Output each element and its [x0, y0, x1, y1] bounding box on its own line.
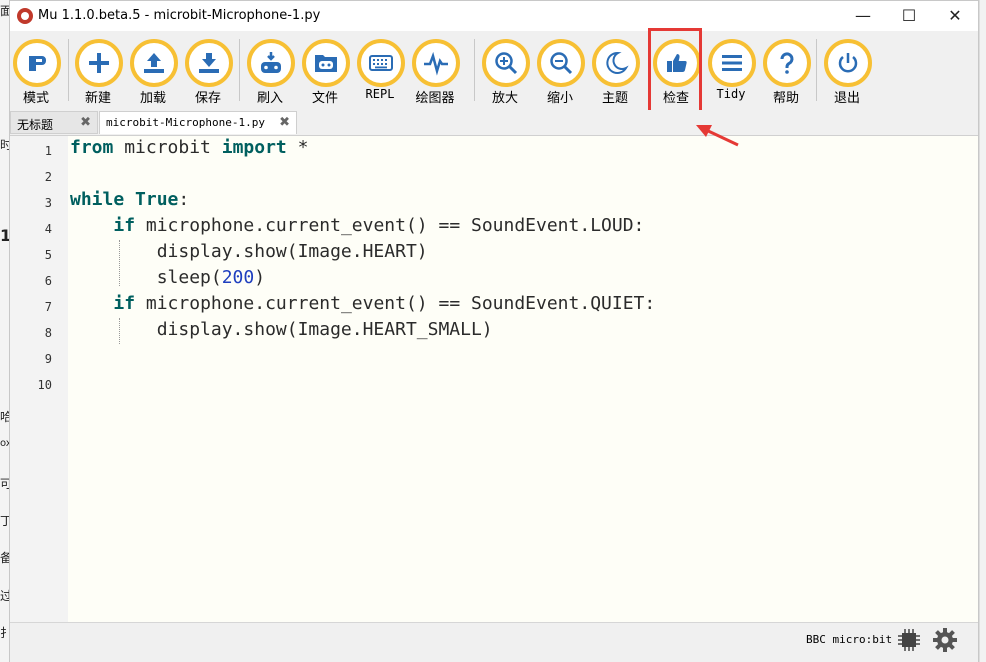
plotter-icon	[424, 51, 448, 76]
plus-icon	[89, 53, 109, 73]
toolbar-separator	[816, 39, 817, 101]
background-window-edge: 面 时 1 哈 ox 可 丁 备 过 扌	[0, 0, 12, 662]
load-button[interactable]: 加载	[127, 39, 179, 106]
theme-button[interactable]: 主题	[589, 39, 641, 106]
files-icon	[315, 55, 337, 72]
help-button[interactable]: 帮助	[760, 39, 812, 106]
tidy-label: Tidy	[716, 87, 746, 101]
new-label: 新建	[84, 91, 111, 106]
upload-icon	[144, 53, 164, 73]
gear-icon[interactable]	[932, 627, 958, 653]
quit-label: 退出	[833, 91, 860, 106]
toolbar-separator	[239, 39, 240, 101]
code-line: if microphone.current_event() == SoundEv…	[113, 215, 645, 236]
mu-app-icon	[17, 8, 33, 24]
line-number: 9	[44, 352, 52, 366]
annotation-arrow	[696, 125, 739, 147]
zoom-out-label: 缩小	[546, 91, 573, 106]
close-button[interactable]: ✕	[932, 1, 978, 31]
code-editor[interactable]: 1 2 3 4 5 6 7 8 9 10 from microbit impor…	[10, 135, 978, 622]
line-number: 7	[44, 300, 52, 314]
mode-label: 模式	[22, 91, 49, 106]
question-icon	[780, 52, 794, 74]
quit-button[interactable]: 退出	[821, 39, 873, 106]
toolbar-separator	[68, 39, 69, 101]
repl-button[interactable]: REPL	[354, 39, 406, 105]
line-number: 10	[37, 378, 52, 392]
line-number: 6	[44, 274, 52, 288]
status-bar: BBC micro:bit	[10, 622, 978, 662]
zoom-out-icon	[550, 52, 573, 75]
toolbar: 模式 新建 加载 保存 刷入 文件 REPL 绘图器 放大 缩小 主题 检查 T…	[10, 31, 978, 109]
flash-label: 刷入	[256, 91, 283, 106]
plotter-button[interactable]: 绘图器	[409, 39, 461, 106]
flash-button[interactable]: 刷入	[244, 39, 296, 106]
help-label: 帮助	[772, 91, 799, 106]
repl-label: REPL	[365, 87, 395, 101]
tab-close-icon[interactable]: ✖	[279, 115, 290, 130]
mu-editor-window: Mu 1.1.0.beta.5 - microbit-Microphone-1.…	[9, 0, 979, 662]
moon-icon	[606, 51, 629, 74]
load-label: 加载	[139, 91, 166, 106]
check-button-highlight-box	[648, 28, 702, 118]
new-button[interactable]: 新建	[72, 39, 124, 106]
files-label: 文件	[311, 91, 338, 106]
save-button[interactable]: 保存	[182, 39, 234, 106]
files-button[interactable]: 文件	[299, 39, 351, 106]
background-window-edge-right	[979, 0, 986, 662]
window-title: Mu 1.1.0.beta.5 - microbit-Microphone-1.…	[38, 8, 321, 23]
tab-close-icon[interactable]: ✖	[80, 115, 91, 130]
code-line: sleep(200)	[70, 267, 266, 288]
tab-label: 无标题	[17, 118, 54, 132]
lines-icon	[722, 55, 742, 71]
chip-icon[interactable]	[898, 629, 920, 651]
line-number: 2	[44, 170, 52, 184]
mode-icon	[29, 56, 46, 71]
tab-bar: 无标题 ✖ microbit-Microphone-1.py ✖	[10, 110, 978, 134]
flash-icon	[261, 52, 281, 73]
line-number: 3	[44, 196, 52, 210]
maximize-button[interactable]: ☐	[886, 1, 932, 31]
zoom-out-button[interactable]: 缩小	[534, 39, 586, 106]
zoom-in-button[interactable]: 放大	[479, 39, 531, 106]
theme-label: 主题	[601, 91, 628, 106]
code-line: display.show(Image.HEART)	[70, 241, 428, 262]
code-line: display.show(Image.HEART_SMALL)	[70, 319, 493, 340]
code-line: from microbit import *	[70, 137, 309, 158]
line-number-gutter: 1 2 3 4 5 6 7 8 9 10	[10, 136, 68, 622]
line-number: 8	[44, 326, 52, 340]
title-bar: Mu 1.1.0.beta.5 - microbit-Microphone-1.…	[10, 1, 978, 31]
keyboard-icon	[369, 55, 393, 71]
tab-microbit-microphone[interactable]: microbit-Microphone-1.py ✖	[99, 111, 297, 134]
zoom-in-label: 放大	[491, 91, 518, 106]
power-icon	[838, 53, 858, 73]
toolbar-separator	[474, 39, 475, 101]
line-number: 5	[44, 248, 52, 262]
line-number: 1	[44, 144, 52, 158]
code-line: if microphone.current_event() == SoundEv…	[113, 293, 656, 314]
device-status: BBC micro:bit	[806, 633, 893, 646]
plotter-label: 绘图器	[415, 91, 455, 106]
download-icon	[199, 53, 219, 73]
tab-label: microbit-Microphone-1.py	[106, 116, 265, 129]
zoom-in-icon	[495, 52, 518, 75]
tab-untitled[interactable]: 无标题 ✖	[10, 111, 98, 134]
code-line: while True:	[70, 189, 190, 210]
line-number: 4	[44, 222, 52, 236]
minimize-button[interactable]: —	[840, 1, 886, 31]
save-label: 保存	[194, 91, 221, 106]
mode-button[interactable]: 模式	[10, 39, 62, 106]
tidy-button[interactable]: Tidy	[705, 39, 757, 105]
